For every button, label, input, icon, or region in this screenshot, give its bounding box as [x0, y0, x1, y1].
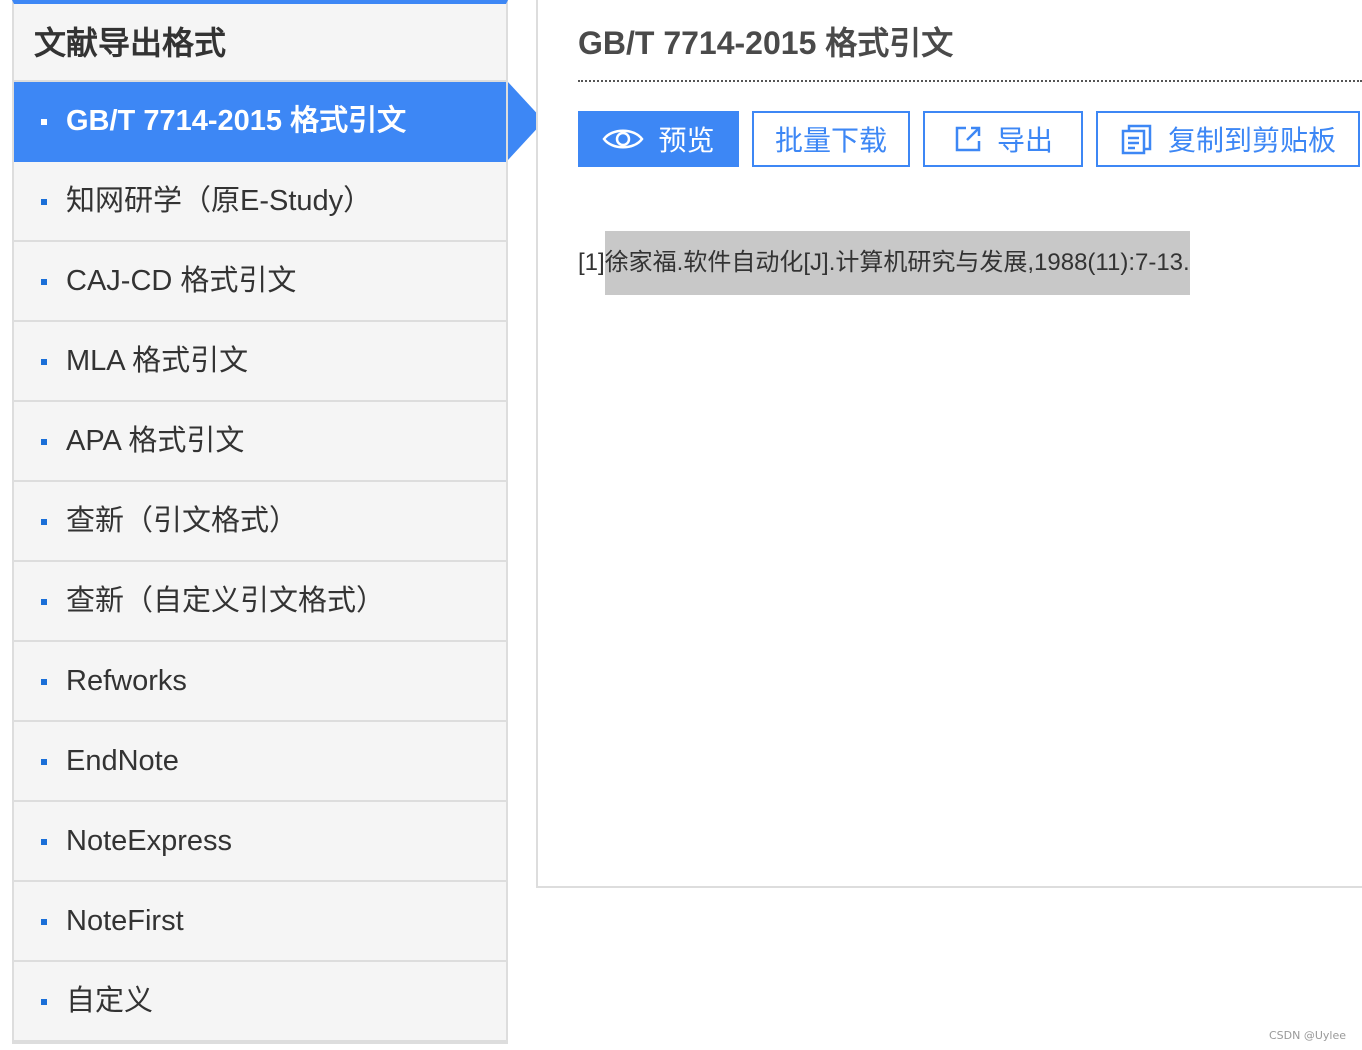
export-icon [953, 124, 983, 154]
bullet-icon [41, 999, 47, 1005]
bullet-icon [41, 759, 47, 765]
sidebar-item-notefirst[interactable]: NoteFirst [14, 882, 506, 962]
sidebar-item-label: 查新（引文格式） [66, 505, 299, 537]
citation-selected-text[interactable]: 徐家福.软件自动化[J].计算机研究与发展,1988(11):7-13. [604, 231, 1190, 295]
copy-button-label: 复制到剪贴板 [1167, 125, 1336, 156]
bullet-icon [41, 839, 47, 845]
sidebar-item-apa[interactable]: APA 格式引文 [14, 402, 506, 482]
sidebar-item-custom[interactable]: 自定义 [14, 962, 506, 1042]
copy-to-clipboard-button[interactable]: 复制到剪贴板 [1096, 111, 1360, 167]
export-button[interactable]: 导出 [923, 111, 1083, 167]
bullet-icon [41, 919, 47, 925]
page-title: GB/T 7714-2015 格式引文 [578, 25, 954, 61]
batch-download-button[interactable]: 批量下载 [752, 111, 910, 167]
sidebar-item-label: Refworks [66, 665, 187, 697]
batch-download-label: 批量下载 [774, 125, 887, 156]
preview-button[interactable]: 预览 [578, 111, 739, 167]
sidebar-item-label: 知网研学（原E-Study） [66, 185, 373, 217]
sidebar-item-cajcd[interactable]: CAJ-CD 格式引文 [14, 242, 506, 322]
sidebar-item-label: APA 格式引文 [66, 425, 245, 457]
sidebar-item-label: CAJ-CD 格式引文 [66, 265, 297, 297]
sidebar-item-label: GB/T 7714-2015 格式引文 [66, 105, 407, 137]
sidebar-item-novelty-custom[interactable]: 查新（自定义引文格式） [14, 562, 506, 642]
clipboard-icon [1120, 123, 1154, 155]
bullet-icon [41, 199, 47, 205]
bullet-icon [41, 599, 47, 605]
citation-index: [1] [578, 249, 605, 276]
sidebar-item-refworks[interactable]: Refworks [14, 642, 506, 722]
sidebar-item-label: NoteFirst [66, 905, 184, 937]
bullet-icon [41, 119, 47, 125]
preview-button-label: 预览 [658, 125, 715, 156]
toolbar: 预览 批量下载 导出 复制到剪贴板 [578, 111, 1360, 167]
format-list: GB/T 7714-2015 格式引文 知网研学（原E-Study） CAJ-C… [14, 82, 544, 1042]
sidebar-item-label: EndNote [66, 745, 179, 777]
sidebar-item-estudy[interactable]: 知网研学（原E-Study） [14, 162, 506, 242]
bullet-icon [41, 359, 47, 365]
export-button-label: 导出 [996, 125, 1053, 156]
title-divider [578, 80, 1362, 82]
bullet-icon [41, 679, 47, 685]
eye-icon [602, 126, 645, 152]
sidebar-item-label: NoteExpress [66, 825, 233, 857]
sidebar-item-label: 查新（自定义引文格式） [66, 585, 386, 617]
sidebar-item-label: 自定义 [66, 985, 154, 1017]
bullet-icon [41, 279, 47, 285]
sidebar-item-noteexpress[interactable]: NoteExpress [14, 802, 506, 882]
sidebar-item-mla[interactable]: MLA 格式引文 [14, 322, 506, 402]
sidebar-item-novelty-citation[interactable]: 查新（引文格式） [14, 482, 506, 562]
sidebar-item-endnote[interactable]: EndNote [14, 722, 506, 802]
sidebar-item-label: MLA 格式引文 [66, 345, 249, 377]
watermark: CSDN @Uylee [1268, 1029, 1346, 1042]
bullet-icon [41, 439, 47, 445]
sidebar-title: 文献导出格式 [14, 4, 506, 82]
citation-text[interactable]: [1]徐家福.软件自动化[J].计算机研究与发展,1988(11):7-13. [578, 231, 1190, 295]
citation-panel: GB/T 7714-2015 格式引文 预览 批量下载 导出 复制到剪贴板 [1… [536, 0, 1362, 888]
bullet-icon [41, 519, 47, 525]
sidebar-item-gbt7714[interactable]: GB/T 7714-2015 格式引文 [14, 82, 544, 162]
export-format-sidebar: 文献导出格式 GB/T 7714-2015 格式引文 知网研学（原E-Study… [12, 0, 544, 1044]
